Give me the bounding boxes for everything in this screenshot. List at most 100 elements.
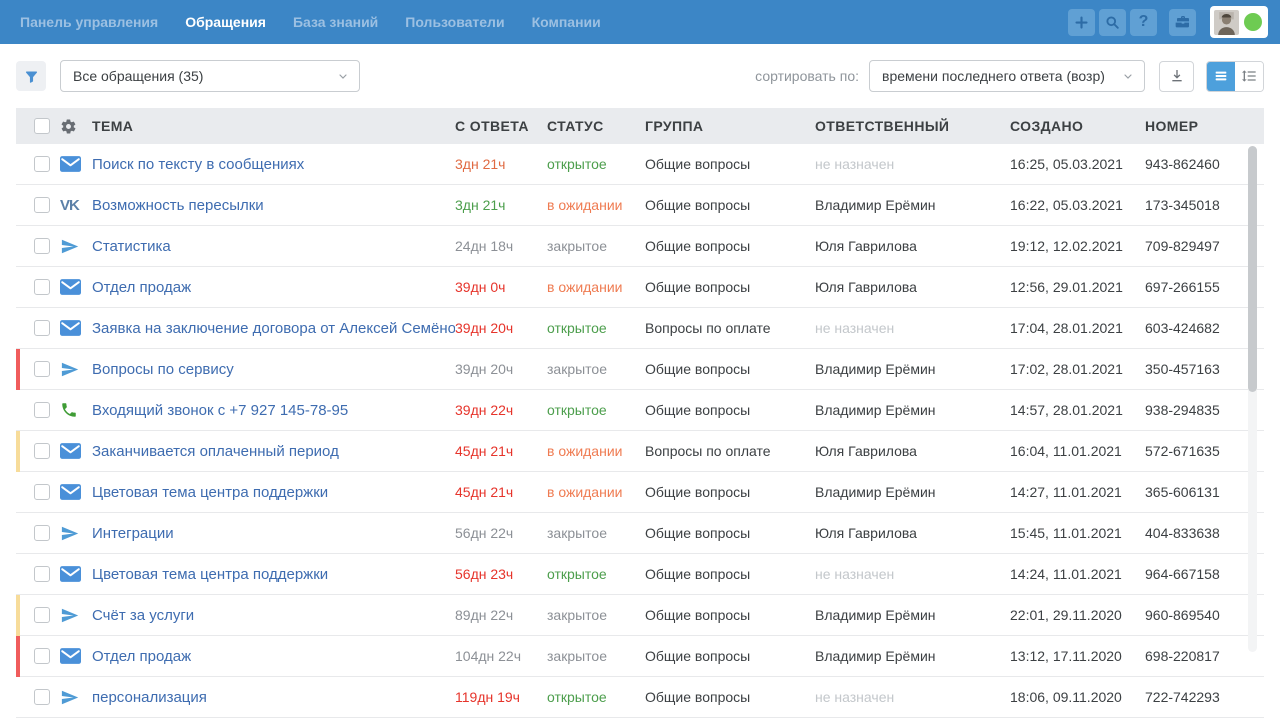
ticket-status: закрытое: [547, 525, 645, 541]
table-row[interactable]: Цветовая тема центра поддержки 56дн 23ч …: [16, 554, 1264, 595]
row-checkbox[interactable]: [34, 361, 50, 377]
telegram-channel-icon: [60, 606, 79, 625]
scrollbar[interactable]: [1248, 146, 1257, 652]
table-row[interactable]: Вопросы по сервису 39дн 20ч закрытое Общ…: [16, 349, 1264, 390]
user-menu[interactable]: [1210, 6, 1268, 38]
ticket-number: 722-742293: [1145, 689, 1264, 705]
nav-item-users[interactable]: Пользователи: [405, 14, 504, 30]
table-row[interactable]: персонализация 119дн 19ч открытое Общие …: [16, 677, 1264, 718]
ticket-subject-link[interactable]: Статистика: [92, 238, 171, 255]
column-header-status[interactable]: СТАТУС: [547, 118, 645, 134]
table-row[interactable]: Отдел продаж 39дн 0ч в ожидании Общие во…: [16, 267, 1264, 308]
column-header-group[interactable]: ГРУППА: [645, 118, 815, 134]
export-button[interactable]: [1159, 61, 1194, 92]
filter-select[interactable]: Все обращения (35): [60, 60, 360, 92]
time-since-answer: 39дн 20ч: [455, 361, 547, 377]
ticket-subject-link[interactable]: Счёт за услуги: [92, 607, 194, 624]
row-checkbox[interactable]: [34, 197, 50, 213]
ticket-number: 173-345018: [1145, 197, 1264, 213]
ticket-group: Общие вопросы: [645, 402, 815, 418]
filter-button[interactable]: [16, 61, 46, 91]
add-ticket-button[interactable]: [1068, 9, 1095, 36]
ticket-subject-link[interactable]: Входящий звонок с +7 927 145-78-95: [92, 402, 348, 419]
row-checkbox[interactable]: [34, 566, 50, 582]
table-row[interactable]: Входящий звонок с +7 927 145-78-95 39дн …: [16, 390, 1264, 431]
column-header-subject[interactable]: ТЕМА: [92, 118, 455, 134]
column-header-number[interactable]: НОМЕР: [1145, 118, 1264, 134]
ticket-number: 709-829497: [1145, 238, 1264, 254]
telegram-channel-icon: [60, 360, 79, 379]
ticket-subject-link[interactable]: Возможность пересылки: [92, 197, 264, 214]
ticket-subject-link[interactable]: Вопросы по сервису: [92, 361, 234, 378]
table-row[interactable]: VK Возможность пересылки 3дн 21ч в ожида…: [16, 185, 1264, 226]
ticket-created: 22:01, 29.11.2020: [1010, 607, 1145, 623]
table-row[interactable]: Отдел продаж 104дн 22ч закрытое Общие во…: [16, 636, 1264, 677]
column-header-since-answer[interactable]: С ОТВЕТА: [455, 118, 547, 134]
row-checkbox[interactable]: [34, 443, 50, 459]
row-checkbox[interactable]: [34, 525, 50, 541]
ticket-created: 14:24, 11.01.2021: [1010, 566, 1145, 582]
row-checkbox[interactable]: [34, 484, 50, 500]
row-checkbox[interactable]: [34, 402, 50, 418]
ticket-status: закрытое: [547, 238, 645, 254]
row-checkbox[interactable]: [34, 279, 50, 295]
list-view-toggle[interactable]: [1207, 62, 1235, 91]
column-header-assignee[interactable]: ОТВЕТСТВЕННЫЙ: [815, 118, 1010, 134]
ticket-number: 697-266155: [1145, 279, 1264, 295]
table-row[interactable]: Заявка на заключение договора от Алексей…: [16, 308, 1264, 349]
time-since-answer: 45дн 21ч: [455, 443, 547, 459]
ticket-subject-link[interactable]: персонализация: [92, 689, 207, 706]
ticket-assignee: Владимир Ерёмин: [815, 484, 1010, 500]
nav-item-knowledge-base[interactable]: База знаний: [293, 14, 378, 30]
ticket-subject-link[interactable]: Цветовая тема центра поддержки: [92, 566, 328, 583]
table-row[interactable]: Счёт за услуги 89дн 22ч закрытое Общие в…: [16, 595, 1264, 636]
row-checkbox[interactable]: [34, 156, 50, 172]
table-row[interactable]: Статистика 24дн 18ч закрытое Общие вопро…: [16, 226, 1264, 267]
priority-strip: [16, 267, 20, 308]
row-checkbox[interactable]: [34, 648, 50, 664]
ticket-subject-link[interactable]: Поиск по тексту в сообщениях: [92, 156, 304, 173]
nav-item-dashboard[interactable]: Панель управления: [20, 14, 158, 30]
sort-select[interactable]: времени последнего ответа (возр): [869, 60, 1145, 92]
row-checkbox[interactable]: [34, 238, 50, 254]
column-header-created[interactable]: СОЗДАНО: [1010, 118, 1145, 134]
ticket-assignee: Юля Гаврилова: [815, 525, 1010, 541]
scrollbar-thumb[interactable]: [1248, 146, 1257, 392]
column-settings-gear-icon[interactable]: [60, 118, 77, 135]
ticket-group: Общие вопросы: [645, 156, 815, 172]
select-all-checkbox[interactable]: [34, 118, 50, 134]
ticket-assignee: Юля Гаврилова: [815, 238, 1010, 254]
nav-item-companies[interactable]: Компании: [532, 14, 601, 30]
ticket-group: Общие вопросы: [645, 566, 815, 582]
line-spacing-icon: [1241, 68, 1257, 84]
ticket-subject-link[interactable]: Заявка на заключение договора от Алексей…: [92, 320, 455, 337]
search-button[interactable]: [1099, 9, 1126, 36]
ticket-subject-link[interactable]: Отдел продаж: [92, 279, 191, 296]
compact-view-toggle[interactable]: [1235, 62, 1263, 91]
ticket-subject-link[interactable]: Отдел продаж: [92, 648, 191, 665]
row-checkbox[interactable]: [34, 607, 50, 623]
help-button[interactable]: ?: [1130, 9, 1157, 36]
table-row[interactable]: Поиск по тексту в сообщениях 3дн 21ч отк…: [16, 144, 1264, 185]
ticket-status: закрытое: [547, 607, 645, 623]
chevron-down-icon: [1122, 70, 1134, 82]
ticket-subject-link[interactable]: Цветовая тема центра поддержки: [92, 484, 328, 501]
ticket-created: 19:12, 12.02.2021: [1010, 238, 1145, 254]
ticket-subject-link[interactable]: Заканчивается оплаченный период: [92, 443, 339, 460]
time-since-answer: 89дн 22ч: [455, 607, 547, 623]
table-row[interactable]: Интеграции 56дн 22ч закрытое Общие вопро…: [16, 513, 1264, 554]
download-icon: [1169, 68, 1185, 84]
ticket-created: 15:45, 11.01.2021: [1010, 525, 1145, 541]
ticket-status: в ожидании: [547, 443, 645, 459]
email-channel-icon: [60, 156, 81, 172]
row-checkbox[interactable]: [34, 320, 50, 336]
ticket-status: закрытое: [547, 648, 645, 664]
row-checkbox[interactable]: [34, 689, 50, 705]
table-row[interactable]: Цветовая тема центра поддержки 45дн 21ч …: [16, 472, 1264, 513]
nav-item-tickets[interactable]: Обращения: [185, 14, 266, 30]
ticket-subject-link[interactable]: Интеграции: [92, 525, 174, 542]
workspace-button[interactable]: [1169, 9, 1196, 36]
view-toggle: [1206, 61, 1264, 92]
ticket-group: Вопросы по оплате: [645, 443, 815, 459]
table-row[interactable]: Заканчивается оплаченный период 45дн 21ч…: [16, 431, 1264, 472]
